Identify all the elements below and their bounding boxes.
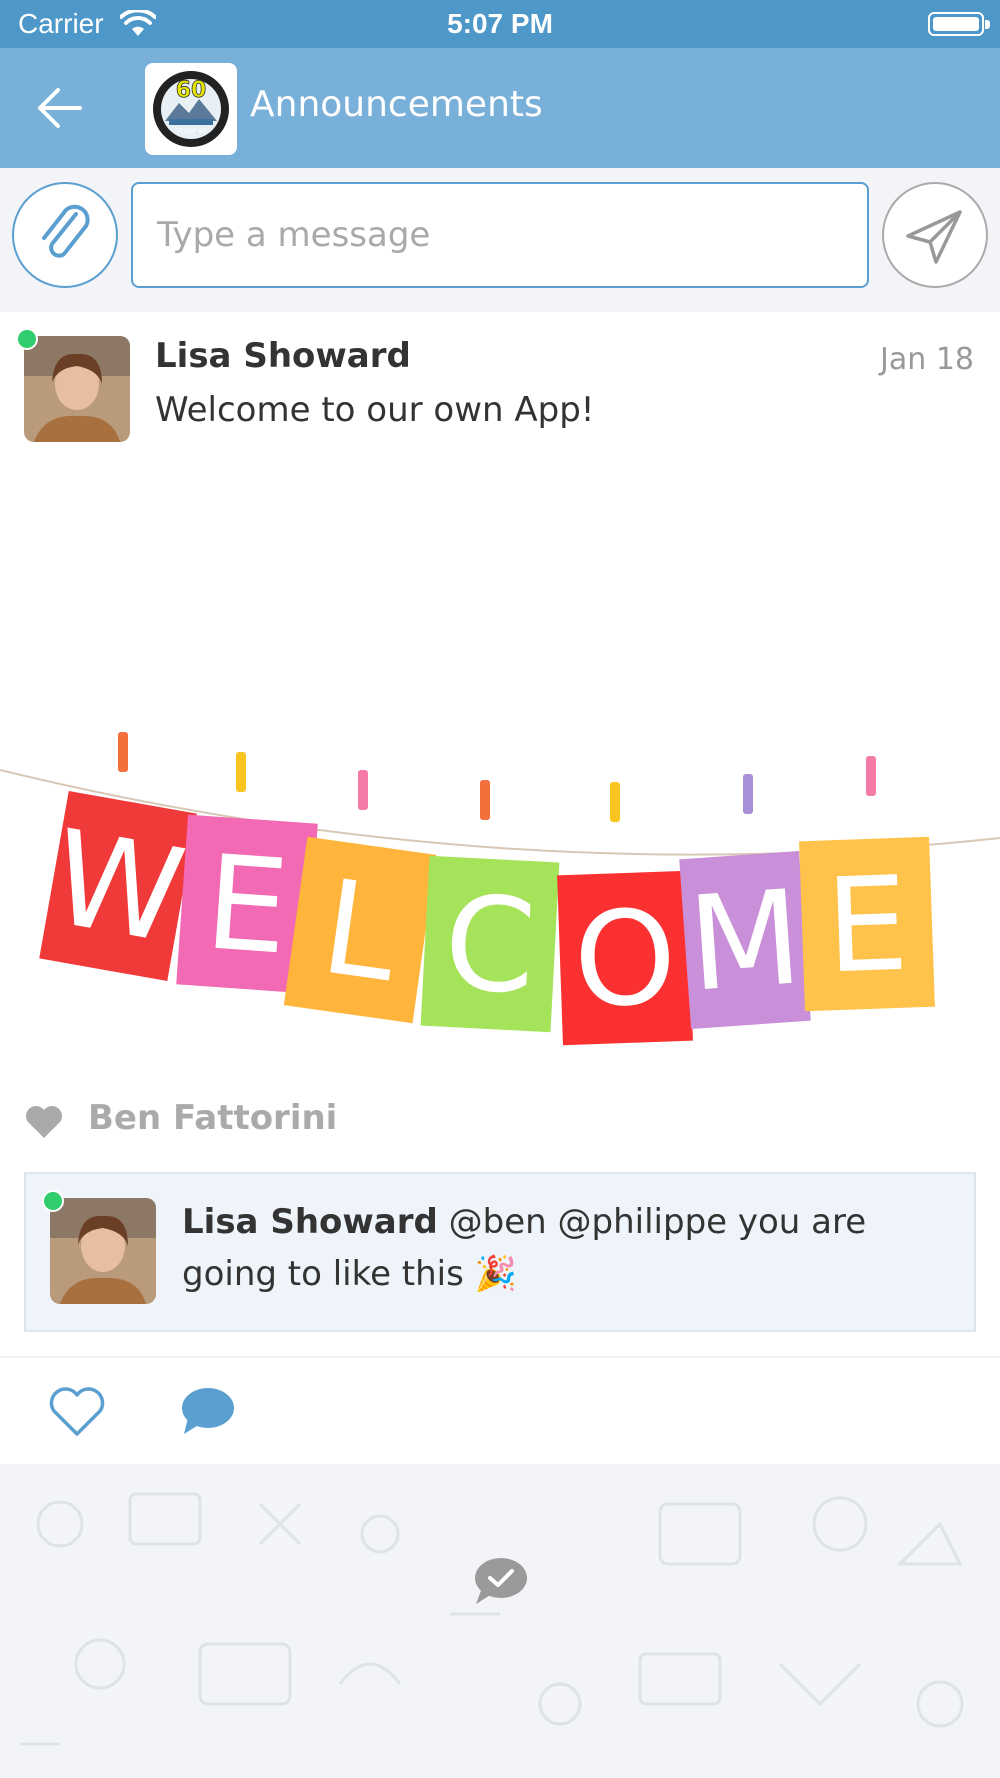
message-composer <box>0 168 1000 310</box>
heart-filled-icon <box>26 1106 62 1138</box>
author-avatar[interactable] <box>24 336 130 442</box>
svg-text:E: E <box>823 848 910 1003</box>
svg-text:O: O <box>571 881 679 1036</box>
empty-feed-area <box>0 1464 1000 1778</box>
liked-by-name[interactable]: Ben Fattorini <box>88 1098 337 1138</box>
svg-text:60: 60 <box>176 78 207 103</box>
group-logo: 60 TROOP 80 <box>145 63 237 155</box>
chat-check-icon <box>475 1558 527 1604</box>
comment-bubble-icon[interactable] <box>178 1384 236 1440</box>
nav-bar: 60 TROOP 80 Announcements <box>0 48 1000 168</box>
post-date: Jan 18 <box>880 342 974 377</box>
comment-body: Lisa Showard @ben @philippe you are goin… <box>182 1196 952 1300</box>
post-card: Lisa Showard Jan 18 Welcome to our own A… <box>0 312 1000 1464</box>
message-input[interactable] <box>131 182 869 288</box>
back-arrow-icon[interactable] <box>30 78 90 138</box>
battery-icon <box>928 12 990 36</box>
send-button[interactable] <box>882 182 988 288</box>
heart-outline-icon[interactable] <box>48 1386 106 1438</box>
status-bar: Carrier 5:07 PM <box>0 0 1000 48</box>
online-indicator <box>16 328 38 350</box>
page-title: Announcements <box>250 84 543 125</box>
paperclip-icon <box>42 204 90 258</box>
status-time: 5:07 PM <box>447 8 553 39</box>
svg-text:M: M <box>684 861 807 1020</box>
comment-item: Lisa Showard @ben @philippe you are goin… <box>24 1172 976 1332</box>
post-text: Welcome to our own App! <box>155 390 595 430</box>
attach-button[interactable] <box>12 182 118 288</box>
troop-emblem-icon: 60 TROOP 80 <box>153 71 229 147</box>
online-indicator <box>42 1190 64 1212</box>
post-author[interactable]: Lisa Showard <box>155 336 411 376</box>
comment-author[interactable]: Lisa Showard <box>182 1202 438 1242</box>
welcome-banner-image[interactable]: W E L C O M E <box>0 472 1000 1102</box>
svg-text:E: E <box>201 826 294 983</box>
paper-plane-icon <box>906 210 962 264</box>
svg-text:TROOP 80: TROOP 80 <box>175 128 207 135</box>
svg-text:W: W <box>41 801 194 973</box>
doodle-pattern-background <box>20 1492 964 1746</box>
svg-text:C: C <box>441 867 540 1024</box>
comment-author-avatar[interactable] <box>50 1198 156 1304</box>
post-action-bar <box>0 1356 1000 1464</box>
